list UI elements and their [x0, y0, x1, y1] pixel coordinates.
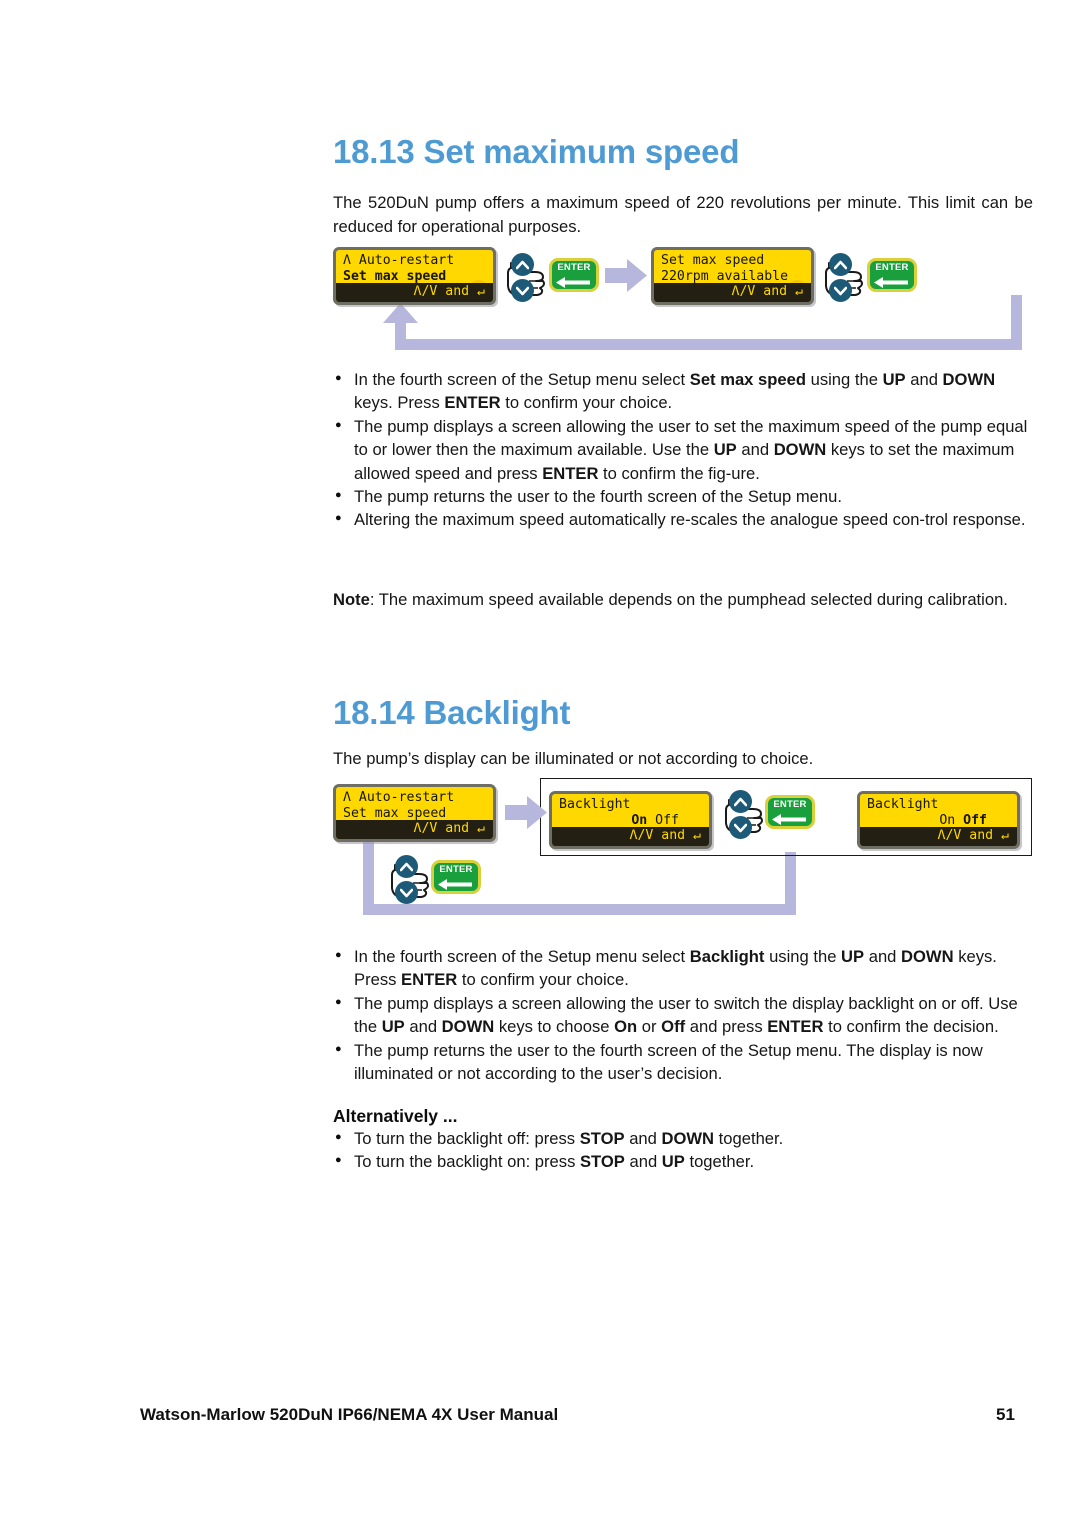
down-key-button[interactable]: [395, 881, 418, 904]
flow-arrow-right: [505, 796, 547, 829]
enter-key-button[interactable]: ENTER: [431, 860, 481, 894]
lcd-row-title: Backlight: [559, 797, 631, 812]
list-item: Altering the maximum speed automatically…: [333, 507, 1033, 531]
flow-line-return-horizontal: [363, 904, 796, 915]
lcd-screen-setup-menu: Λ Auto-restart Set max speed Backlight R…: [333, 784, 496, 842]
flow-line-return-vertical-right: [1011, 295, 1022, 345]
alternatively-heading: Alternatively ...: [333, 1106, 458, 1126]
up-key-button[interactable]: [829, 253, 852, 276]
lcd-row-options: On Off: [867, 813, 1017, 829]
lcd-screen-backlight-on: Backlight On Off Λ/V and ↵: [549, 791, 712, 849]
diagram-backlight-flow: Λ Auto-restart Set max speed Backlight R…: [333, 778, 1033, 928]
enter-arrow-icon: [438, 878, 474, 896]
enter-key-button[interactable]: ENTER: [867, 258, 917, 292]
lcd-status-bar: Λ/V and ↵: [860, 827, 1017, 846]
lcd-row: 220rpm available: [661, 268, 789, 284]
page-title-set-maximum-speed: 18.13 Set maximum speed: [333, 133, 740, 170]
down-key-button[interactable]: [729, 816, 752, 839]
enter-key-label: ENTER: [875, 262, 909, 273]
list-item: The pump displays a screen allowing the …: [333, 991, 1033, 1039]
list-item: In the fourth screen of the Setup menu s…: [333, 367, 1033, 415]
enter-arrow-icon: [772, 813, 808, 831]
lcd-row: Λ Auto-restart: [343, 253, 455, 268]
option-off[interactable]: Off: [963, 813, 987, 828]
lcd-row: Set max speed: [343, 268, 447, 284]
enter-arrow-icon: [874, 276, 910, 294]
down-key-button[interactable]: [511, 279, 534, 302]
option-on[interactable]: On: [631, 813, 647, 828]
flow-arrow-right: [605, 259, 647, 292]
intro-paragraph-backlight: The pump’s display can be illuminated or…: [333, 749, 814, 768]
lcd-screen-setup-menu: Λ Auto-restart Set max speed Backlight R…: [333, 247, 496, 305]
note-paragraph-set-max-speed: Note: The maximum speed available depend…: [333, 590, 1008, 609]
lcd-rows: Backlight On Off: [860, 794, 1017, 828]
lcd-status-bar: Λ/V and ↵: [336, 283, 493, 302]
flow-arrowhead-up: [383, 303, 418, 323]
lcd-row-options: On Off: [559, 813, 709, 829]
bullet-list-backlight: In the fourth screen of the Setup menu s…: [333, 944, 1033, 1086]
diagram-set-max-speed-flow: Λ Auto-restart Set max speed Backlight R…: [333, 245, 1033, 360]
lcd-screen-backlight-off: Backlight On Off Λ/V and ↵: [857, 791, 1020, 849]
list-item: To turn the backlight off: press STOP an…: [333, 1126, 1033, 1150]
bullet-list-alternatively: To turn the backlight off: press STOP an…: [333, 1126, 1033, 1174]
list-item: To turn the backlight on: press STOP and…: [333, 1149, 1033, 1173]
lcd-status-bar: Λ/V and ↵: [336, 820, 493, 839]
enter-key-button[interactable]: ENTER: [765, 795, 815, 829]
list-item: The pump displays a screen allowing the …: [333, 414, 1033, 485]
intro-paragraph-set-max-speed: The 520DuN pump offers a maximum speed o…: [333, 193, 1033, 236]
flow-line-return-vertical-right: [785, 852, 796, 910]
enter-key-label: ENTER: [773, 799, 807, 810]
list-item: The pump returns the user to the fourth …: [333, 484, 1033, 508]
lcd-row: Set max speed: [343, 805, 447, 821]
page-number: 51: [996, 1405, 1015, 1424]
lcd-row: Λ Auto-restart: [343, 790, 455, 805]
lcd-row-title: Backlight: [867, 797, 939, 812]
lcd-screen-set-max-speed: Set max speed 220rpm available ***.*rpm …: [651, 247, 814, 305]
lcd-rows: Backlight On Off: [552, 794, 709, 828]
page-title-backlight: 18.14 Backlight: [333, 694, 571, 731]
up-key-button[interactable]: [395, 855, 418, 878]
enter-key-button[interactable]: ENTER: [549, 258, 599, 292]
list-item: In the fourth screen of the Setup menu s…: [333, 944, 1033, 992]
option-off[interactable]: Off: [655, 813, 679, 828]
up-key-button[interactable]: [729, 790, 752, 813]
list-item: The pump returns the user to the fourth …: [333, 1038, 1033, 1086]
option-on[interactable]: On: [939, 813, 955, 828]
enter-key-label: ENTER: [557, 262, 591, 273]
lcd-row: Set max speed: [661, 253, 765, 268]
bullet-list-set-max-speed: In the fourth screen of the Setup menu s…: [333, 367, 1033, 532]
manual-page: 18.13 Set maximum speed The 520DuN pump …: [0, 0, 1080, 1527]
flow-line-return-horizontal: [395, 339, 1022, 350]
lcd-status-bar: Λ/V and ↵: [654, 283, 811, 302]
up-key-button[interactable]: [511, 253, 534, 276]
enter-arrow-icon: [556, 276, 592, 294]
down-key-button[interactable]: [829, 279, 852, 302]
footer-title: Watson-Marlow 520DuN IP66/NEMA 4X User M…: [140, 1405, 559, 1424]
enter-key-label: ENTER: [439, 864, 473, 875]
lcd-status-bar: Λ/V and ↵: [552, 827, 709, 846]
